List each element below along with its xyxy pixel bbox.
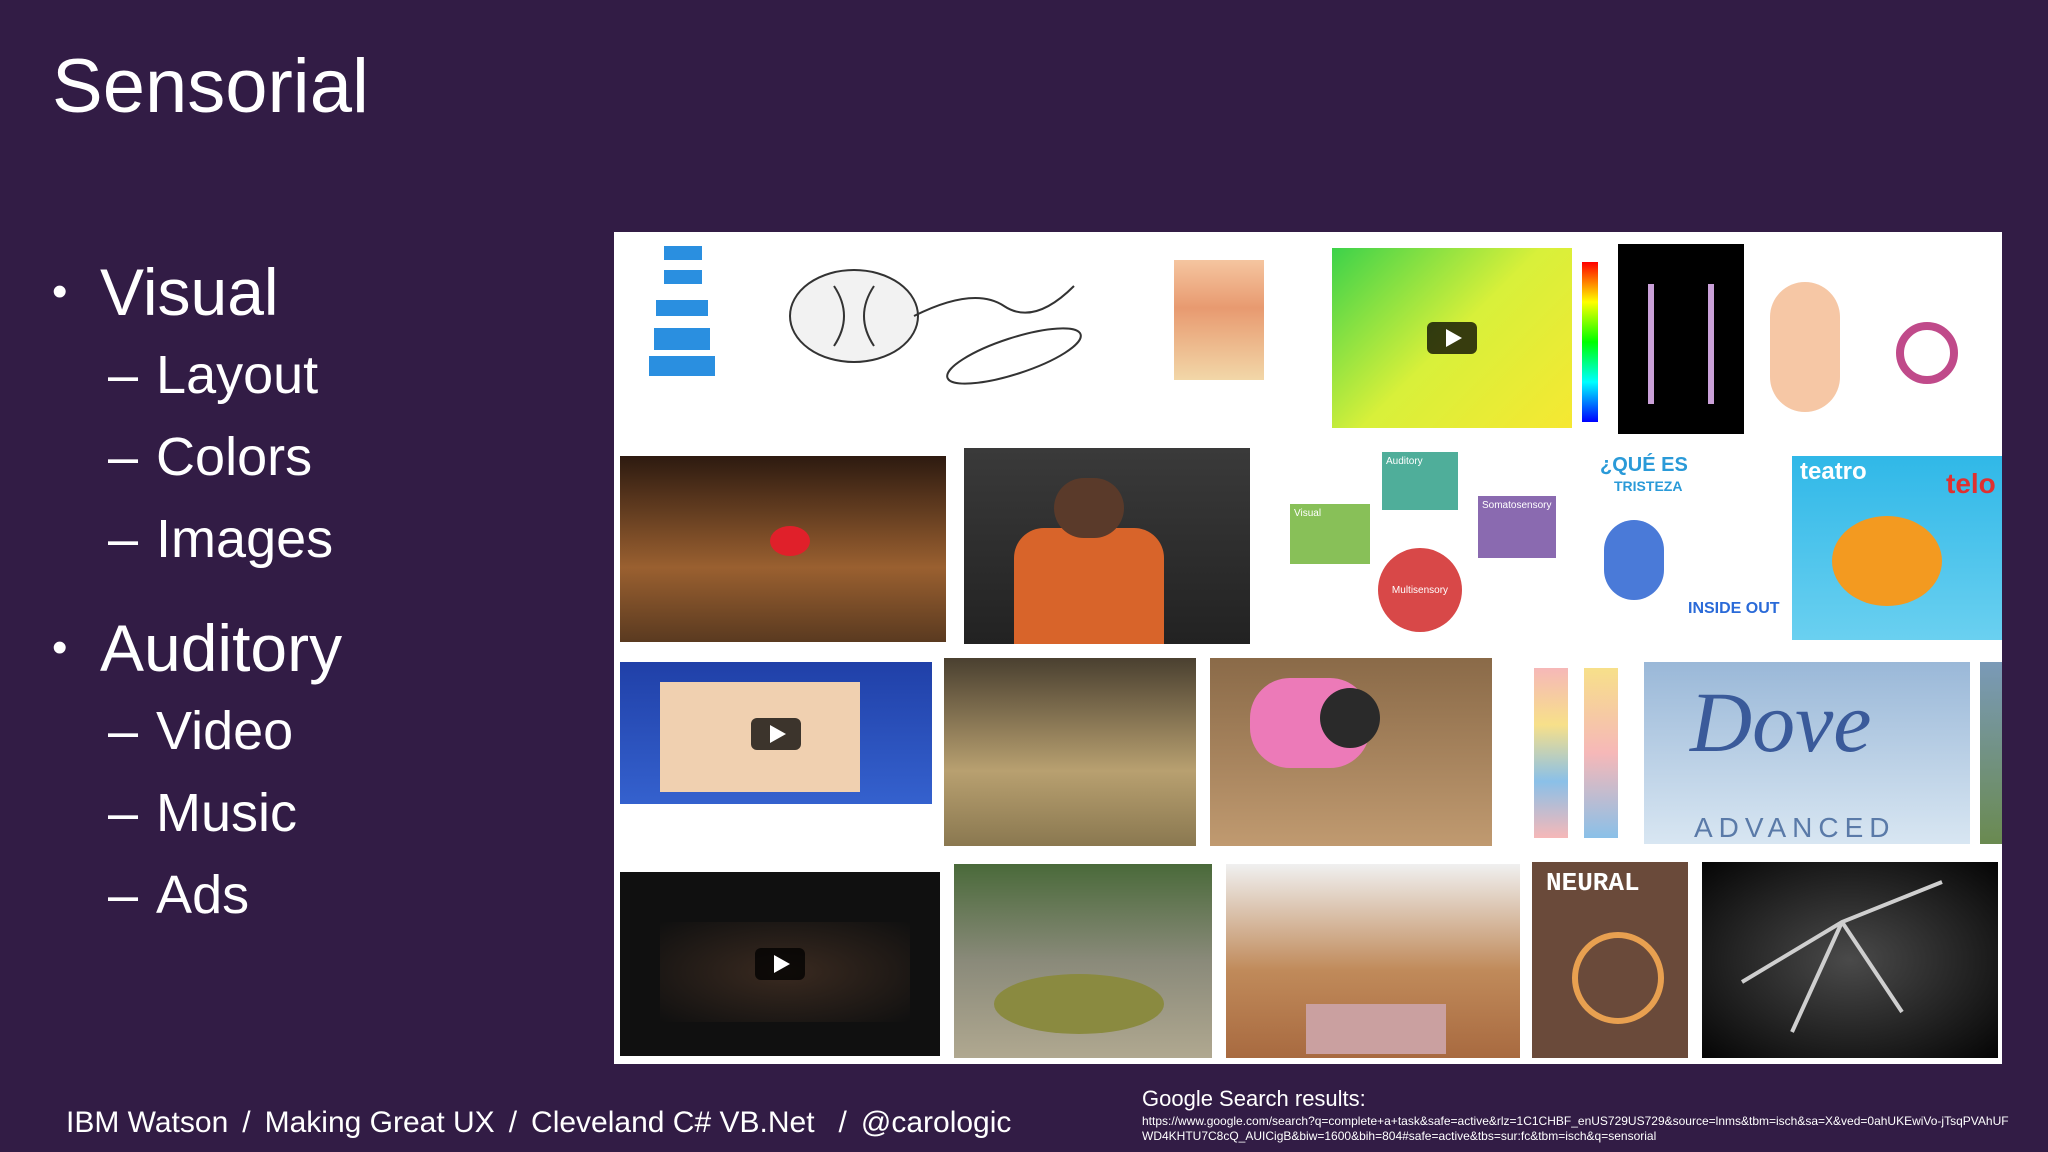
sub-bullet-label: Images xyxy=(156,509,334,569)
tristeza-text: TRISTEZA xyxy=(1614,478,1683,494)
bullet-auditory: • Auditory xyxy=(52,606,342,690)
cathedral-model-thumbnail[interactable] xyxy=(944,658,1196,846)
sub-bullet-images: – Images xyxy=(52,498,342,580)
multisensory-diagram-thumbnail[interactable]: Auditory Visual Somatosensory Multisenso… xyxy=(1282,452,1572,638)
bullet-dot: • xyxy=(52,623,68,672)
color-scale-thumbnail xyxy=(1582,262,1598,422)
que-es-text: ¿QUÉ ES xyxy=(1600,454,1688,476)
footer-separator: / xyxy=(838,1106,847,1139)
neural-title-text: NEURAL xyxy=(1546,868,1640,898)
sub-bullet-label: Ads xyxy=(156,865,250,925)
dove-logo-text: Dove xyxy=(1690,674,1872,770)
dermatome-thumbnail[interactable] xyxy=(1514,662,1644,846)
city-street-thumbnail[interactable] xyxy=(620,456,946,642)
sub-bullet-dash: – xyxy=(108,865,139,925)
bullet-visual: • Visual xyxy=(52,250,342,334)
microscope-image-thumbnail[interactable] xyxy=(1702,862,1998,1058)
bullet-label: Auditory xyxy=(100,611,343,685)
sub-bullet-dash: – xyxy=(108,701,139,761)
bullet-dot: • xyxy=(52,267,68,316)
telon-text: telo xyxy=(1946,468,1996,499)
landscape-edge-thumbnail[interactable] xyxy=(1980,662,2002,844)
reflex-arc-illustration xyxy=(789,269,1082,385)
sub-bullet-label: Layout xyxy=(156,345,319,405)
visual-box: Visual xyxy=(1290,504,1370,564)
sub-bullet-music: – Music xyxy=(52,772,342,854)
sub-bullet-layout: – Layout xyxy=(52,334,342,416)
neural-magazine-thumbnail[interactable]: NEURAL xyxy=(1532,862,1688,1058)
footer-part: Cleveland C# VB.Net xyxy=(531,1106,815,1139)
thermal-video-thumbnail[interactable] xyxy=(1332,248,1572,428)
footer-separator: / xyxy=(242,1106,251,1139)
classroom-video-thumbnail[interactable] xyxy=(620,662,932,842)
bear-pond-thumbnail[interactable] xyxy=(954,864,1212,1058)
footer-part: IBM Watson xyxy=(66,1106,229,1139)
bullet-label: Visual xyxy=(100,255,279,329)
slide-title: Sensorial xyxy=(52,44,369,129)
blindfolded-man-thumbnail[interactable] xyxy=(964,448,1250,644)
flowchart-thumbnail[interactable] xyxy=(624,242,734,392)
multisensory-circle: Multisensory xyxy=(1378,548,1462,632)
sub-bullet-colors: – Colors xyxy=(52,416,342,498)
sub-bullet-dash: – xyxy=(108,509,139,569)
child-sensory-thumbnail[interactable] xyxy=(1210,658,1492,846)
footer-credits: IBM Watson / Making Great UX / Cleveland C# … xyxy=(66,1106,1011,1140)
sub-bullet-dash: – xyxy=(108,783,139,843)
inside-out-text: INSIDE OUT xyxy=(1688,600,1780,617)
play-icon[interactable] xyxy=(1427,322,1477,354)
guitar-ensemble-video-thumbnail[interactable] xyxy=(620,872,940,1056)
footer-part: Making Great UX xyxy=(264,1106,495,1139)
neuron-thumbnail[interactable] xyxy=(1618,244,1744,434)
image-search-collage: Auditory Visual Somatosensory Multisenso… xyxy=(614,232,2002,1064)
play-icon[interactable] xyxy=(755,948,805,980)
sub-bullet-dash: – xyxy=(108,345,139,405)
sub-bullet-label: Colors xyxy=(156,427,313,487)
dove-ad-thumbnail[interactable]: Dove ADVANCED xyxy=(1644,662,1970,844)
footer-part[interactable]: @carologic xyxy=(861,1106,1012,1139)
bullet-list: • Visual – Layout – Colors – Images • Audit… xyxy=(52,250,342,962)
sub-bullet-ads: – Ads xyxy=(52,854,342,936)
auditory-box: Auditory xyxy=(1382,452,1458,510)
ear-anatomy-thumbnail[interactable] xyxy=(1756,242,1996,432)
sub-bullet-label: Music xyxy=(156,783,298,843)
inside-out-thumbnail[interactable]: ¿QUÉ ES TRISTEZA INSIDE OUT xyxy=(1584,450,1784,640)
play-icon[interactable] xyxy=(751,718,801,750)
teatro-text: teatro xyxy=(1800,458,1867,485)
skin-anatomy-thumbnail[interactable] xyxy=(1124,250,1304,390)
bullet-group-visual: • Visual – Layout – Colors – Images xyxy=(52,250,342,580)
sub-bullet-dash: – xyxy=(108,427,139,487)
somatosensory-box: Somatosensory xyxy=(1478,496,1556,558)
bullet-group-auditory: • Auditory – Video – Music – Ads xyxy=(52,606,342,936)
micrograph-illustration xyxy=(1740,880,1943,1033)
montessori-classroom-thumbnail[interactable] xyxy=(1226,864,1520,1058)
sub-bullet-video: – Video xyxy=(52,690,342,772)
spinal-reflex-diagram-thumbnail[interactable] xyxy=(774,246,1104,386)
advanced-text: ADVANCED xyxy=(1694,812,1896,843)
source-title: Google Search results: xyxy=(1142,1086,1366,1111)
sub-bullet-label: Video xyxy=(156,701,294,761)
source-url[interactable]: https://www.google.com/search?q=complete… xyxy=(1142,1114,2012,1144)
teatro-thumbnail[interactable]: teatro telo xyxy=(1792,456,2002,640)
footer-separator: / xyxy=(508,1106,518,1139)
